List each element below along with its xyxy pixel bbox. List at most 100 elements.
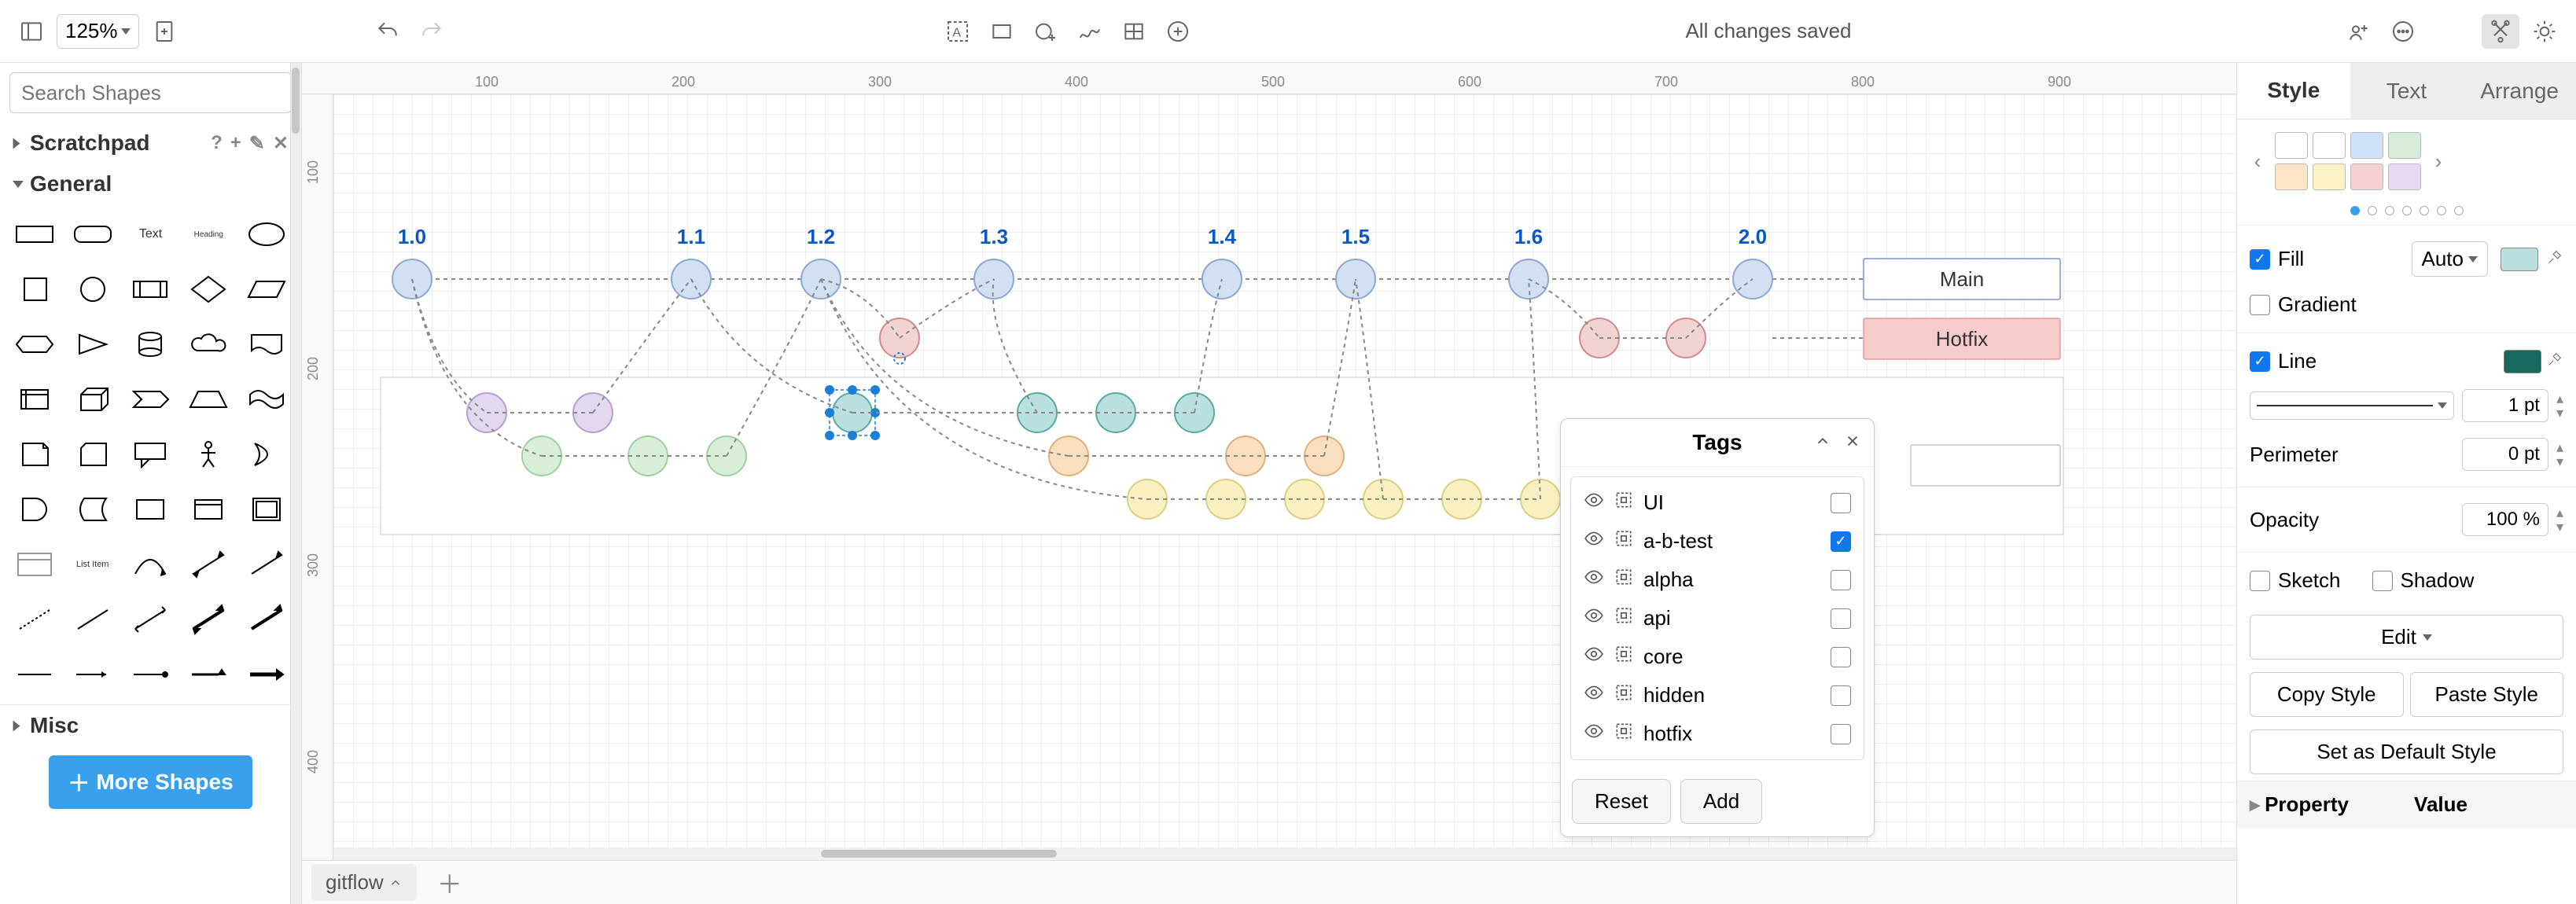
- collapse-icon[interactable]: [1814, 430, 1831, 455]
- text-tool-button[interactable]: A: [939, 14, 977, 49]
- tag-checkbox[interactable]: [1831, 647, 1851, 667]
- palette-swatch[interactable]: [2313, 164, 2346, 190]
- shape-cylinder[interactable]: [124, 319, 178, 369]
- shape-connector-1[interactable]: [8, 649, 61, 700]
- palette-swatch[interactable]: [2275, 132, 2308, 159]
- shape-triangle[interactable]: [66, 319, 120, 369]
- shape-cloud[interactable]: [182, 319, 235, 369]
- palette-swatch[interactable]: [2350, 132, 2383, 159]
- gradient-checkbox[interactable]: [2250, 295, 2270, 315]
- pager-dot[interactable]: [2402, 206, 2412, 215]
- page-tab-gitflow[interactable]: gitflow: [311, 864, 417, 901]
- theme-toggle-button[interactable]: [2526, 14, 2563, 49]
- line-checkbox[interactable]: ✓: [2250, 351, 2270, 372]
- fill-checkbox[interactable]: ✓: [2250, 249, 2270, 270]
- tag-checkbox[interactable]: ✓: [1831, 531, 1851, 552]
- tab-style[interactable]: Style: [2237, 63, 2350, 119]
- canvas-viewport[interactable]: 100 200 300 400 Features Main: [302, 94, 2236, 860]
- line-color-swatch[interactable]: [2504, 350, 2541, 373]
- shape-arrow[interactable]: [240, 539, 293, 590]
- misc-section-header[interactable]: Misc: [0, 704, 301, 746]
- copy-style-button[interactable]: Copy Style: [2250, 672, 2404, 717]
- tag-select-icon[interactable]: [1614, 605, 1634, 631]
- shape-dashed-line[interactable]: [8, 594, 61, 645]
- shape-data-storage[interactable]: [66, 484, 120, 535]
- set-default-style-button[interactable]: Set as Default Style: [2250, 729, 2563, 774]
- stepper-icon[interactable]: ▴▾: [2556, 391, 2563, 420]
- shape-tape[interactable]: [240, 374, 293, 424]
- rectangle-tool-button[interactable]: [983, 14, 1021, 49]
- redo-button[interactable]: [413, 14, 451, 49]
- tags-add-button[interactable]: Add: [1680, 779, 1762, 824]
- shape-internal-storage[interactable]: [8, 374, 61, 424]
- palette-swatch[interactable]: [2388, 164, 2421, 190]
- shape-callout[interactable]: [124, 429, 178, 480]
- shape-list-item[interactable]: List Item: [66, 539, 120, 590]
- shape-document[interactable]: [240, 319, 293, 369]
- tags-reset-button[interactable]: Reset: [1572, 779, 1671, 824]
- shape-ellipse[interactable]: [240, 209, 293, 259]
- shape-rectangle[interactable]: [8, 209, 61, 259]
- toggle-sidebar-button[interactable]: [13, 14, 50, 49]
- general-section-header[interactable]: General: [0, 164, 301, 204]
- shape-parallelogram[interactable]: [240, 264, 293, 314]
- shape-thick-arrow[interactable]: [240, 594, 293, 645]
- shape-frame[interactable]: [240, 484, 293, 535]
- shape-bidir-arrow[interactable]: [182, 539, 235, 590]
- help-icon[interactable]: ?: [211, 132, 223, 155]
- tag-visibility-icon[interactable]: [1584, 721, 1604, 747]
- canvas-h-scrollbar[interactable]: [333, 847, 2236, 860]
- palette-next-button[interactable]: ›: [2427, 149, 2449, 174]
- zoom-select[interactable]: 125%: [57, 14, 139, 49]
- shape-rounded-rect[interactable]: [66, 209, 120, 259]
- shape-step[interactable]: [124, 374, 178, 424]
- ellipse-tool-button[interactable]: [1027, 14, 1065, 49]
- shadow-checkbox[interactable]: [2372, 571, 2393, 591]
- shape-circle[interactable]: [66, 264, 120, 314]
- format-panel-toggle[interactable]: [2482, 14, 2519, 49]
- stepper-icon[interactable]: ▴▾: [2556, 440, 2563, 469]
- line-width-input[interactable]: 1 pt: [2462, 389, 2548, 422]
- pager-dot[interactable]: [2437, 206, 2446, 215]
- eyedropper-icon[interactable]: [2546, 247, 2563, 271]
- close-icon[interactable]: [1844, 430, 1861, 455]
- undo-button[interactable]: [369, 14, 407, 49]
- gitflow-diagram[interactable]: Features Main Hotfix 1.0: [333, 94, 2236, 860]
- tag-checkbox[interactable]: [1831, 608, 1851, 629]
- pager-dot[interactable]: [2350, 206, 2360, 215]
- edit-style-button[interactable]: Edit: [2250, 615, 2563, 660]
- tag-visibility-icon[interactable]: [1584, 528, 1604, 554]
- shape-connector-4[interactable]: [182, 649, 235, 700]
- tag-select-icon[interactable]: [1614, 490, 1634, 516]
- close-icon[interactable]: ✕: [273, 132, 289, 155]
- tags-panel[interactable]: Tags UIa-b-test✓alphaapicorehiddenhotfix…: [1560, 418, 1875, 837]
- new-page-button[interactable]: [145, 14, 183, 49]
- shape-curve[interactable]: [124, 539, 178, 590]
- tag-select-icon[interactable]: [1614, 721, 1634, 747]
- palette-swatch[interactable]: [2388, 132, 2421, 159]
- shape-square[interactable]: [8, 264, 61, 314]
- palette-swatch[interactable]: [2275, 164, 2308, 190]
- shape-hexagon[interactable]: [8, 319, 61, 369]
- shape-and[interactable]: [8, 484, 61, 535]
- pager-dot[interactable]: [2385, 206, 2394, 215]
- shape-line[interactable]: [66, 594, 120, 645]
- shape-list[interactable]: [8, 539, 61, 590]
- tag-visibility-icon[interactable]: [1584, 605, 1604, 631]
- shape-trapezoid[interactable]: [182, 374, 235, 424]
- opacity-input[interactable]: 100 %: [2462, 503, 2548, 536]
- shape-heading[interactable]: Heading: [182, 209, 235, 259]
- line-style-select[interactable]: [2250, 391, 2454, 420]
- eyedropper-icon[interactable]: [2546, 349, 2563, 373]
- fill-mode-select[interactable]: Auto: [2412, 241, 2489, 277]
- tag-checkbox[interactable]: [1831, 685, 1851, 706]
- shape-connector-2[interactable]: [66, 649, 120, 700]
- more-shapes-button[interactable]: ＋ More Shapes: [49, 755, 252, 809]
- pager-dot[interactable]: [2368, 206, 2377, 215]
- shape-card[interactable]: [66, 429, 120, 480]
- stepper-icon[interactable]: ▴▾: [2556, 505, 2563, 534]
- tag-select-icon[interactable]: [1614, 644, 1634, 670]
- tag-checkbox[interactable]: [1831, 724, 1851, 744]
- tag-visibility-icon[interactable]: [1584, 682, 1604, 708]
- scratchpad-section-header[interactable]: Scratchpad ? + ✎ ✕: [0, 123, 301, 164]
